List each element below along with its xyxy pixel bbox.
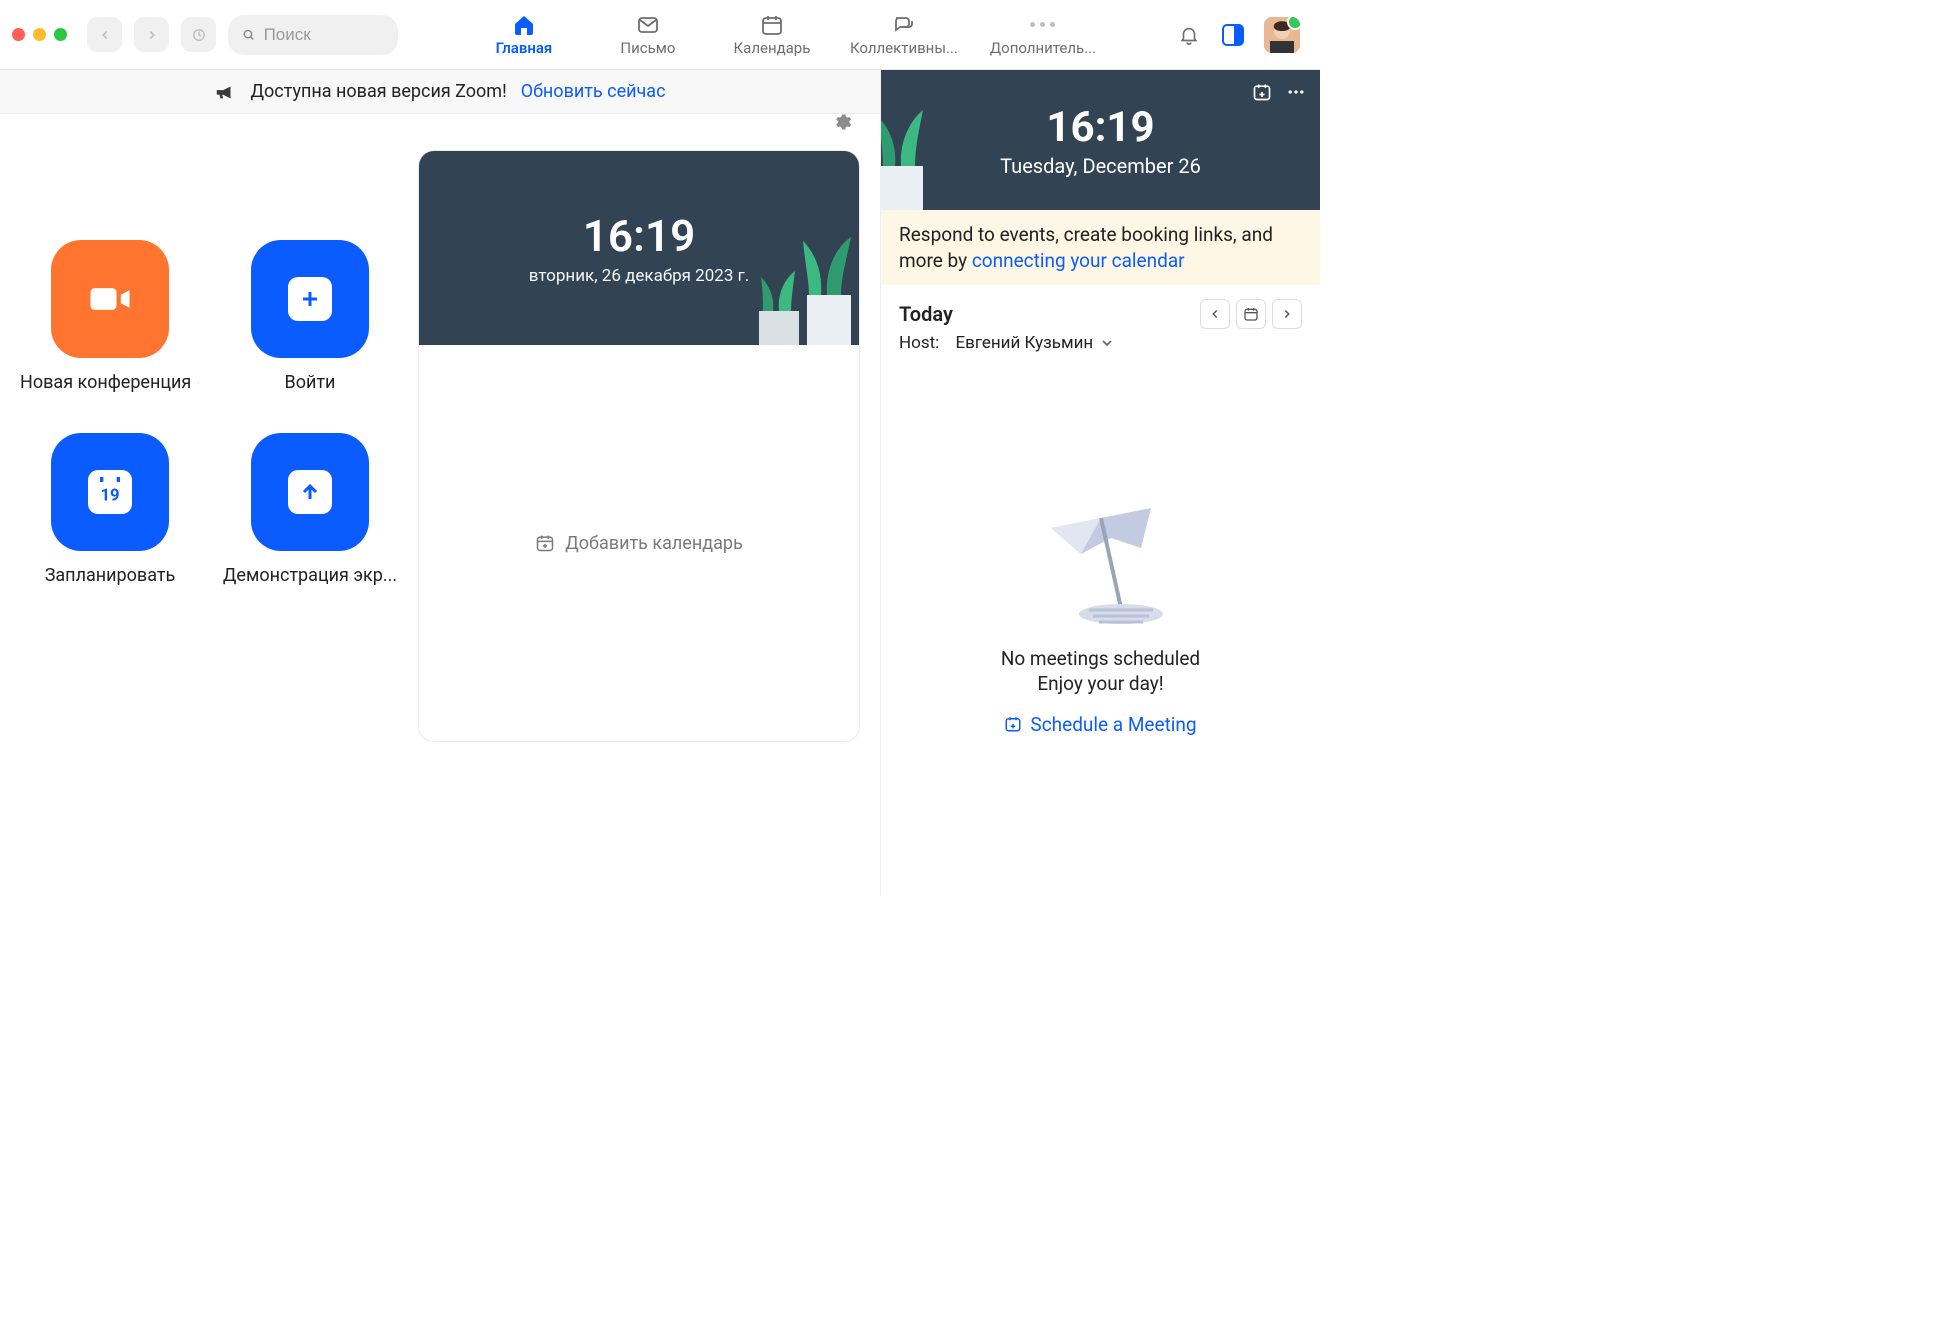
more-icon	[1030, 13, 1055, 37]
no-meetings-line1: No meetings scheduled	[1001, 646, 1200, 672]
add-calendar-label: Добавить календарь	[565, 533, 743, 554]
history-button[interactable]	[181, 17, 216, 52]
svg-text:19: 19	[100, 486, 119, 505]
schedule-button[interactable]: 19	[51, 433, 169, 551]
host-selector[interactable]: Host: Евгений Кузьмин	[881, 329, 1320, 357]
calendar-icon	[1243, 306, 1259, 322]
tab-mail[interactable]: Письмо	[602, 13, 694, 57]
share-screen-button[interactable]	[251, 433, 369, 551]
megaphone-icon	[214, 81, 236, 103]
new-meeting-button[interactable]	[51, 240, 169, 358]
tab-more[interactable]: Дополнитель...	[990, 13, 1096, 57]
tab-home-label: Главная	[496, 39, 553, 57]
host-label: Host:	[899, 333, 939, 353]
close-window-dot[interactable]	[12, 28, 25, 41]
calendar-plus-icon	[1004, 715, 1022, 733]
team-chat-icon	[892, 13, 916, 37]
next-day-button[interactable]	[1272, 299, 1302, 329]
host-name: Евгений Кузьмин	[956, 333, 1094, 353]
clock-time: 16:19	[583, 210, 696, 262]
tab-more-label: Дополнитель...	[990, 39, 1096, 57]
schedule-meeting-label: Schedule a Meeting	[1030, 713, 1196, 736]
schedule-label: Запланировать	[45, 565, 176, 586]
arrow-up-icon	[298, 480, 322, 504]
tab-calendar-label: Календарь	[734, 39, 811, 57]
sidebar-time: 16:19	[1046, 103, 1154, 152]
schedule-meeting-link[interactable]: Schedule a Meeting	[1004, 713, 1196, 736]
search-box[interactable]	[228, 15, 398, 55]
window-controls[interactable]	[12, 28, 67, 41]
toggle-sidebar-button[interactable]	[1220, 22, 1246, 48]
beach-umbrella-illustration	[1021, 478, 1181, 638]
video-icon	[84, 273, 136, 325]
avatar-face	[1264, 17, 1300, 53]
chevron-right-icon	[1280, 307, 1294, 321]
calendar-small-icon: 19	[90, 472, 130, 512]
clock-date: вторник, 26 декабря 2023 г.	[529, 266, 750, 286]
search-icon	[242, 27, 256, 43]
tab-calendar[interactable]: Календарь	[726, 13, 818, 57]
nav-back-button[interactable]	[87, 17, 122, 52]
more-icon	[1286, 82, 1306, 102]
share-screen-label: Демонстрация экр...	[223, 565, 397, 586]
update-now-link[interactable]: Обновить сейчас	[521, 81, 666, 102]
tab-team-chat[interactable]: Коллективны...	[850, 13, 958, 57]
gear-icon	[832, 112, 852, 132]
new-meeting-label: Новая конференция	[20, 372, 191, 393]
connect-calendar-banner: Respond to events, create booking links,…	[881, 210, 1320, 285]
tab-home[interactable]: Главная	[478, 13, 570, 57]
join-label: Войти	[285, 372, 336, 393]
plant-illustration-small	[881, 70, 971, 210]
update-banner: Доступна новая версия Zoom! Обновить сей…	[0, 70, 880, 114]
tab-team-label: Коллективны...	[850, 39, 958, 57]
add-calendar-button[interactable]: Добавить календарь	[535, 533, 743, 554]
calendar-add-icon	[1252, 82, 1272, 102]
home-icon	[512, 13, 536, 37]
chevron-left-icon	[1208, 307, 1222, 321]
sidebar-date: Tuesday, December 26	[1000, 154, 1201, 178]
connect-calendar-link[interactable]: connecting your calendar	[972, 249, 1185, 272]
today-calendar-button[interactable]	[1236, 299, 1266, 329]
minimize-window-dot[interactable]	[33, 28, 46, 41]
nav-forward-button[interactable]	[134, 17, 169, 52]
update-banner-text: Доступна новая версия Zoom!	[250, 81, 506, 102]
today-label: Today	[899, 302, 953, 326]
chevron-down-icon[interactable]	[197, 376, 200, 390]
bell-icon	[1178, 24, 1200, 46]
calendar-add-hero-button[interactable]	[1250, 80, 1274, 104]
prev-day-button[interactable]	[1200, 299, 1230, 329]
calendar-plus-icon	[535, 533, 555, 553]
clock-card: 16:19 вторник, 26 декабря 2023 г. Добави…	[418, 150, 860, 742]
join-button[interactable]	[251, 240, 369, 358]
profile-avatar[interactable]	[1264, 17, 1300, 53]
hero-more-button[interactable]	[1284, 80, 1308, 104]
maximize-window-dot[interactable]	[54, 28, 67, 41]
plant-illustration	[739, 185, 859, 345]
settings-button[interactable]	[832, 112, 852, 132]
panel-toggle-icon	[1222, 24, 1244, 46]
calendar-icon	[760, 13, 784, 37]
search-input[interactable]	[264, 25, 384, 45]
mail-icon	[636, 13, 660, 37]
plus-icon	[298, 287, 322, 311]
no-meetings-line2: Enjoy your day!	[1001, 671, 1200, 697]
chevron-down-icon	[1099, 335, 1115, 351]
notifications-button[interactable]	[1176, 22, 1202, 48]
tab-mail-label: Письмо	[620, 39, 675, 57]
